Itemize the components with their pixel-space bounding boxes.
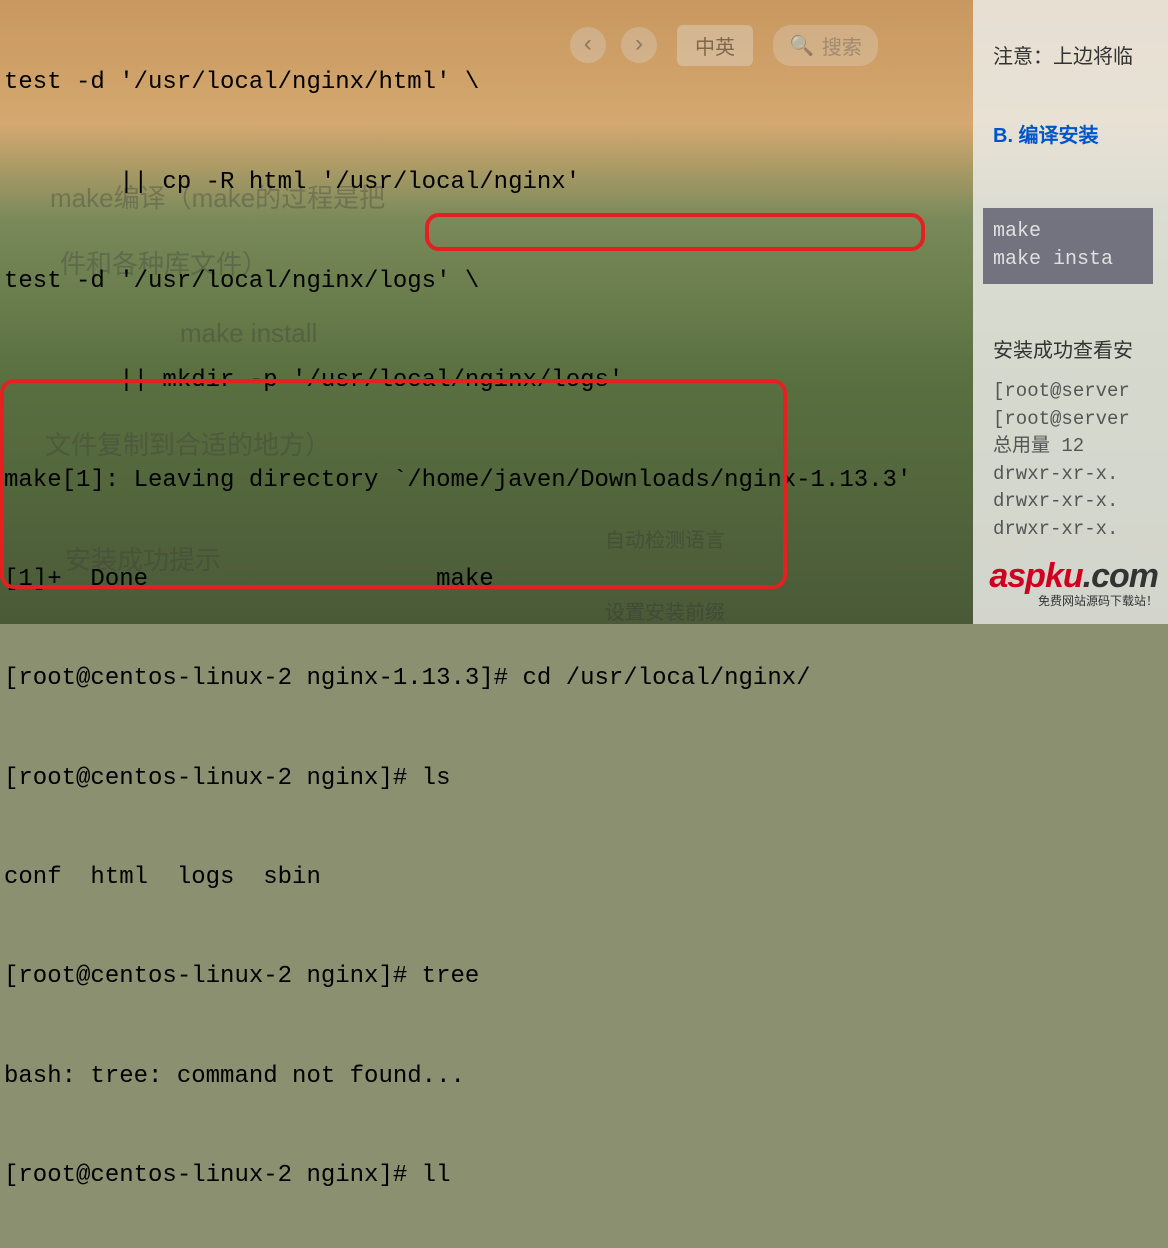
terminal-line: [root@centos-linux-2 nginx]# ll — [0, 1159, 975, 1192]
terminal-line: bash: tree: command not found... — [0, 1060, 975, 1093]
listing-line: [root@server — [993, 378, 1153, 406]
listing-line: drwxr-xr-x. — [993, 516, 1153, 544]
terminal-output[interactable]: test -d '/usr/local/nginx/html' \ || cp … — [0, 0, 975, 1248]
terminal-line: [root@centos-linux-2 nginx]# tree — [0, 960, 975, 993]
watermark: aspku.com 免费网站源码下载站！ — [989, 557, 1158, 609]
sidebar-code-block: make make insta — [983, 208, 1153, 284]
listing-line: [root@server — [993, 406, 1153, 434]
listing-line: drwxr-xr-x. — [993, 461, 1153, 489]
terminal-line: conf html logs sbin — [0, 861, 975, 894]
watermark-logo: aspku.com — [989, 557, 1158, 596]
listing-line: drwxr-xr-x. — [993, 488, 1153, 516]
terminal-line: test -d '/usr/local/nginx/logs' \ — [0, 265, 975, 298]
sidebar-section-title: B. 编译安装 — [993, 119, 1153, 148]
highlight-annotation-ll — [0, 379, 787, 589]
terminal-line: || cp -R html '/usr/local/nginx' — [0, 166, 975, 199]
terminal-line: [root@centos-linux-2 nginx-1.13.3]# cd /… — [0, 662, 975, 695]
code-line: make insta — [993, 246, 1143, 274]
sidebar-note: 注意：上边将临 — [993, 40, 1153, 69]
highlight-annotation-cd — [425, 213, 925, 251]
code-line: make — [993, 218, 1143, 246]
terminal-line: test -d '/usr/local/nginx/html' \ — [0, 66, 975, 99]
sidebar-success-text: 安装成功查看安 — [993, 334, 1153, 363]
sidebar-listing: [root@server [root@server 总用量 12 drwxr-x… — [993, 378, 1153, 543]
listing-line: 总用量 12 — [993, 433, 1153, 461]
right-sidebar: 注意：上边将临 B. 编译安装 make make insta 安装成功查看安 … — [973, 0, 1168, 624]
terminal-line: [root@centos-linux-2 nginx]# ls — [0, 762, 975, 795]
